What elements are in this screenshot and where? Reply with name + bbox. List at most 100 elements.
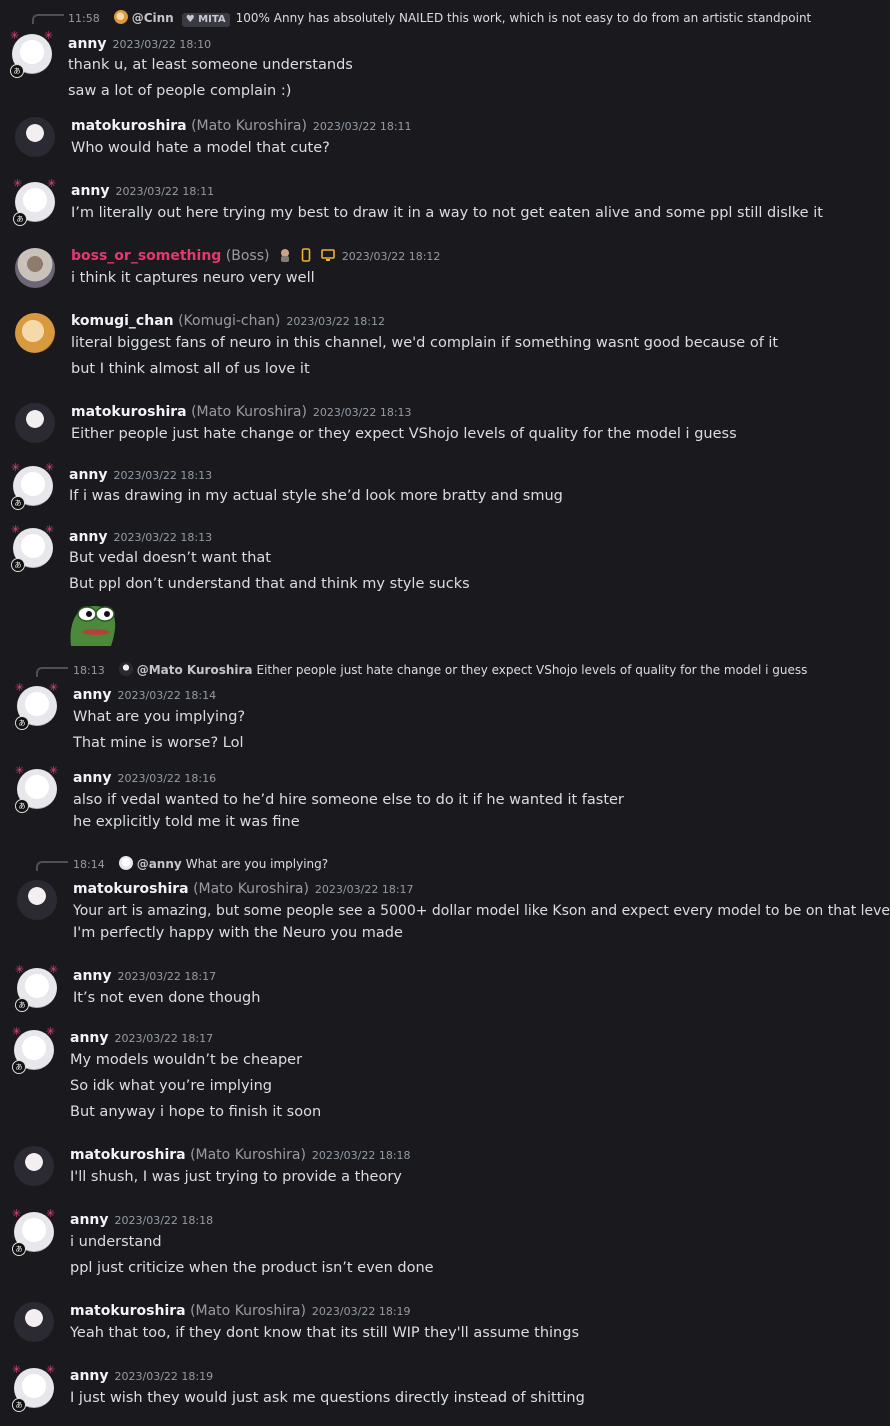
reply-text: What are you implying? (185, 857, 329, 871)
message-header: matokuroshira (Mato Kuroshira) 2023/03/22… (71, 117, 412, 136)
timestamp: 2023/03/22 18:11 (115, 185, 215, 198)
avatar[interactable] (15, 248, 55, 288)
message-header: matokuroshira (Mato Kuroshira) 2023/03/22… (70, 1146, 411, 1165)
avatar-badge-icon: あ (15, 998, 29, 1012)
sparkle-icon: ✳ (15, 963, 25, 976)
reply-author[interactable]: @Mato Kuroshira (137, 663, 253, 677)
role-badge: ♥ MITA (181, 13, 230, 27)
avatar[interactable] (15, 403, 55, 443)
reply-avatar (113, 10, 128, 24)
message-header: anny 2023/03/22 18:17 (70, 1029, 213, 1048)
message-header: anny 2023/03/22 18:16 (73, 769, 216, 788)
reply-timestamp: 11:58 (68, 12, 100, 25)
avatar-badge-icon: あ (12, 1398, 26, 1412)
message-header: matokuroshira (Mato Kuroshira) 2023/03/22… (70, 1302, 411, 1321)
message-header: anny 2023/03/22 18:14 (73, 686, 216, 705)
username[interactable]: boss_or_something (71, 248, 221, 264)
username[interactable]: matokuroshira (71, 118, 187, 134)
reply-connector (32, 14, 64, 24)
timestamp: 2023/03/22 18:14 (117, 689, 217, 702)
sparkle-icon: ✳ (49, 963, 59, 976)
avatar-badge-icon: あ (15, 799, 29, 813)
message-header: matokuroshira (Mato Kuroshira) 2023/03/22… (73, 880, 414, 899)
timestamp: 2023/03/22 18:12 (286, 315, 386, 328)
avatar-badge-icon: あ (11, 496, 25, 510)
message-text: saw a lot of people complain :) (68, 83, 292, 99)
username[interactable]: anny (70, 1212, 109, 1228)
username[interactable]: komugi_chan (71, 313, 174, 329)
message-text: literal biggest fans of neuro in this ch… (71, 335, 779, 351)
username[interactable]: anny (71, 183, 110, 199)
username[interactable]: matokuroshira (70, 1303, 186, 1319)
timestamp: 2023/03/22 18:13 (113, 469, 213, 482)
timestamp: 2023/03/22 18:17 (114, 1032, 214, 1045)
sparkle-icon: ✳ (12, 1207, 22, 1220)
character-icon (280, 249, 289, 262)
sparkle-icon: ✳ (12, 1363, 22, 1376)
timestamp: 2023/03/22 18:16 (117, 772, 217, 785)
reply-reference[interactable]: 11:58 @Cinn ♥ MITA 100% Anny has absolutely… (68, 10, 811, 27)
message-header: matokuroshira (Mato Kuroshira) 2023/03/22… (71, 403, 412, 422)
timestamp: 2023/03/22 18:19 (311, 1305, 411, 1318)
reply-author[interactable]: @anny (137, 857, 182, 871)
sparkle-icon: ✳ (46, 1025, 56, 1038)
username[interactable]: matokuroshira (71, 404, 187, 420)
phone-icon (302, 248, 311, 262)
pepe-sticker[interactable] (67, 600, 117, 648)
reply-connector (36, 667, 68, 677)
sparkle-icon: ✳ (44, 29, 54, 42)
timestamp: 2023/03/22 18:13 (312, 406, 412, 419)
message-text: I’m literally out here trying my best to… (71, 205, 823, 221)
message-text: also if vedal wanted to he’d hire someon… (73, 792, 624, 808)
avatar-badge-icon: あ (13, 212, 27, 226)
username[interactable]: anny (70, 1368, 109, 1384)
message-text: ppl just criticize when the product isn’… (70, 1260, 434, 1276)
sparkle-icon: ✳ (45, 523, 55, 536)
reply-text: 100% Anny has absolutely NAILED this wor… (235, 11, 812, 25)
sparkle-icon: ✳ (15, 681, 25, 694)
timestamp: 2023/03/22 18:13 (113, 531, 213, 544)
avatar[interactable] (15, 117, 55, 157)
username[interactable]: matokuroshira (73, 881, 189, 897)
message-text: I'm perfectly happy with the Neuro you m… (73, 925, 403, 941)
message-text: If i was drawing in my actual style she’… (69, 488, 563, 504)
message-text: I'll shush, I was just trying to provide… (70, 1169, 402, 1185)
reply-reference[interactable]: 18:13 @Mato Kuroshira Either people just h… (73, 662, 807, 679)
message-header: anny 2023/03/22 18:10 (68, 35, 211, 54)
message-text: I just wish they would just ask me quest… (70, 1390, 585, 1406)
sparkle-icon: ✳ (46, 1207, 56, 1220)
message-header: anny 2023/03/22 18:18 (70, 1211, 213, 1230)
username[interactable]: matokuroshira (70, 1147, 186, 1163)
message-text: Your art is amazing, but some people see… (73, 903, 890, 919)
reply-avatar (118, 856, 133, 870)
username[interactable]: anny (73, 687, 112, 703)
display-name: (Mato Kuroshira) (190, 1303, 306, 1319)
reply-author[interactable]: @Cinn (132, 11, 174, 25)
username[interactable]: anny (73, 968, 112, 984)
avatar[interactable] (17, 880, 57, 920)
avatar[interactable] (14, 1302, 54, 1342)
avatar[interactable] (15, 313, 55, 353)
reply-connector (36, 861, 68, 871)
username[interactable]: anny (68, 36, 107, 52)
username[interactable]: anny (73, 770, 112, 786)
username[interactable]: anny (69, 467, 108, 483)
reply-text: Either people just hate change or they e… (256, 663, 808, 677)
user-badges (278, 247, 338, 265)
reply-reference[interactable]: 18:14 @anny What are you implying? (73, 856, 328, 873)
sparkle-icon: ✳ (46, 1363, 56, 1376)
timestamp: 2023/03/22 18:17 (314, 883, 414, 896)
sparkle-icon: ✳ (11, 523, 21, 536)
message-header: anny 2023/03/22 18:13 (69, 528, 212, 547)
sparkle-icon: ✳ (10, 29, 20, 42)
username[interactable]: anny (69, 529, 108, 545)
avatar[interactable] (14, 1146, 54, 1186)
sparkle-icon: ✳ (49, 764, 59, 777)
message-text: That mine is worse? Lol (73, 735, 244, 751)
message-header: anny 2023/03/22 18:13 (69, 466, 212, 485)
reply-timestamp: 18:13 (73, 664, 105, 677)
message-text: Who would hate a model that cute? (71, 140, 330, 156)
display-name: (Boss) (225, 248, 270, 264)
reply-avatar (118, 662, 133, 676)
username[interactable]: anny (70, 1030, 109, 1046)
